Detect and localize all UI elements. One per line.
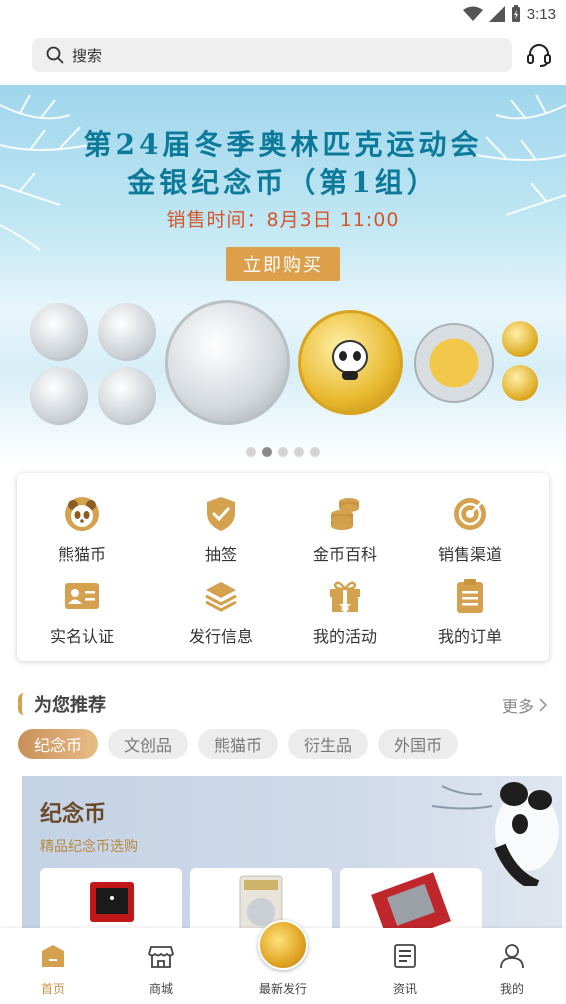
chip-cultural-products[interactable]: 文创品 — [108, 729, 189, 759]
carousel-indicator — [0, 447, 566, 457]
gift-box-image — [371, 872, 451, 936]
banner-title-line2: 金银纪念币（第1组） — [127, 166, 439, 199]
quick-entry-label: 销售渠道 — [437, 545, 502, 564]
coin-icon — [258, 920, 308, 970]
bottom-navigation: 首页 商城 最新发行 资讯 我的 — [0, 920, 566, 1004]
top-header: 搜索 — [0, 30, 566, 82]
chip-foreign-coin[interactable]: 外国币 — [378, 729, 459, 759]
quick-entry-real-name[interactable]: 实名认证 — [27, 577, 137, 655]
target-icon — [451, 495, 489, 533]
gold-coin-small-1 — [502, 321, 538, 357]
search-input[interactable]: 搜索 — [32, 38, 512, 72]
more-link[interactable]: 更多 — [502, 693, 548, 717]
headset-icon — [527, 44, 551, 67]
panda-icon — [63, 495, 101, 533]
nav-news[interactable]: 资讯 — [355, 928, 455, 1004]
signal-icon — [488, 6, 505, 22]
nav-latest-release[interactable]: 最新发行 — [233, 920, 333, 1004]
quick-entry-label: 实名认证 — [49, 627, 114, 646]
panda-mascot-icon — [332, 340, 368, 380]
banner-title-line1: 第24届冬季奥林匹克运动会 — [83, 128, 483, 161]
promo-banner[interactable]: 第24届冬季奥林匹克运动会 金银纪念币（第1组） 销售时间：8月3日 11:00… — [0, 85, 566, 465]
nav-label: 商城 — [148, 982, 173, 996]
quick-entry-label: 熊猫币 — [57, 545, 106, 564]
chevron-right-icon — [539, 698, 548, 712]
gold-coin-small-2 — [502, 365, 538, 401]
product-card[interactable] — [340, 868, 482, 936]
silver-coin-small-3 — [30, 367, 88, 425]
quick-entry-label: 发行信息 — [188, 627, 253, 646]
status-time: 3:13 — [526, 5, 556, 23]
nav-label: 首页 — [40, 982, 65, 996]
recommend-title: 为您推荐 — [34, 695, 106, 716]
gift-icon — [326, 577, 364, 615]
quick-entry-issue-info[interactable]: 发行信息 — [166, 577, 276, 655]
buy-now-button[interactable]: 立即购买 — [226, 247, 340, 281]
carousel-dot[interactable] — [310, 447, 320, 457]
quick-entry-label: 我的订单 — [437, 627, 502, 646]
feature-subtitle: 精品纪念币选购 — [40, 839, 138, 855]
status-bar: 3:13 — [0, 0, 566, 30]
quick-entry-my-activities[interactable]: 我的活动 — [290, 577, 400, 655]
section-accent-bar — [18, 693, 24, 715]
silver-coin-large — [165, 300, 290, 425]
quick-entry-panda-coin[interactable]: 熊猫币 — [27, 495, 137, 573]
chip-commemorative-coin[interactable]: 纪念币 — [18, 729, 99, 759]
nav-label: 我的 — [499, 982, 524, 996]
recommend-header: 为您推荐 更多 — [18, 690, 548, 718]
coin-box-image — [90, 882, 134, 922]
quick-entry-my-orders[interactable]: 我的订单 — [415, 577, 525, 655]
silver-coin-small-2 — [98, 303, 156, 361]
nav-home[interactable]: 首页 — [3, 928, 103, 1004]
quick-entry-card: 熊猫币 抽签 金币百科 销售渠道 实名认证 发行信息 我的活动 我的订单 — [17, 473, 549, 661]
news-icon — [391, 942, 419, 970]
quick-entry-label: 金币百科 — [312, 545, 377, 564]
profile-icon — [498, 942, 526, 970]
silver-coin-small-1 — [30, 303, 88, 361]
nav-label: 资讯 — [392, 982, 417, 996]
quick-entry-label: 我的活动 — [312, 627, 377, 646]
id-card-icon — [63, 577, 101, 615]
carousel-dot[interactable] — [246, 447, 256, 457]
search-placeholder: 搜索 — [72, 46, 103, 65]
carousel-dot[interactable] — [294, 447, 304, 457]
shield-check-icon — [202, 495, 240, 533]
nav-label: 最新发行 — [258, 982, 307, 996]
chip-derivatives[interactable]: 衍生品 — [288, 729, 369, 759]
carousel-dot[interactable] — [278, 447, 288, 457]
coin-stack-icon — [326, 495, 364, 533]
category-chips: 纪念币 文创品 熊猫币 衍生品 外国币 — [18, 729, 459, 759]
nav-store[interactable]: 商城 — [111, 928, 211, 1004]
search-icon — [46, 46, 64, 64]
store-icon — [147, 942, 175, 970]
product-card[interactable] — [190, 868, 332, 936]
clipboard-icon — [451, 577, 489, 615]
slab-coin-image — [239, 875, 283, 936]
quick-entry-label: 抽签 — [204, 545, 237, 564]
layers-icon — [202, 577, 240, 615]
commemorative-coin-panel[interactable]: 纪念币 精品纪念币选购 — [22, 776, 562, 936]
customer-service-button[interactable] — [522, 38, 556, 72]
home-icon — [39, 942, 67, 970]
quick-entry-sales-channel[interactable]: 销售渠道 — [415, 495, 525, 573]
feature-title: 纪念币 — [40, 802, 107, 827]
banner-sale-time: 销售时间：8月3日 11:00 — [166, 209, 400, 231]
silver-coin-small-4 — [98, 367, 156, 425]
wifi-icon — [462, 6, 483, 21]
quick-entry-lottery[interactable]: 抽签 — [166, 495, 276, 573]
chip-panda-coin[interactable]: 熊猫币 — [198, 729, 279, 759]
app-screen: 3:13 搜索 第24届冬季奥林匹克运动会 金银纪念币（第1组） 销售时间：8月… — [0, 0, 566, 1004]
quick-entry-coin-encyclopedia[interactable]: 金币百科 — [290, 495, 400, 573]
more-label: 更多 — [501, 697, 534, 716]
nav-profile[interactable]: 我的 — [462, 928, 562, 1004]
product-card[interactable] — [40, 868, 182, 936]
battery-icon — [511, 5, 520, 22]
bimetal-coin — [414, 323, 494, 403]
carousel-dot-active[interactable] — [262, 447, 272, 457]
